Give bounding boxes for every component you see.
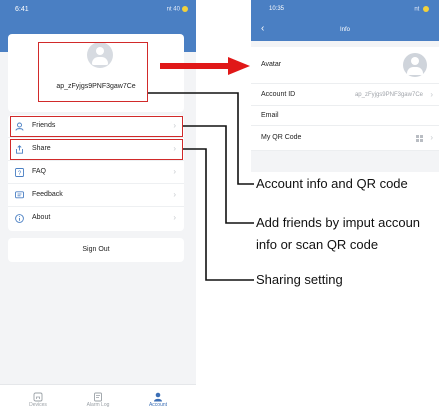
chevron-right-icon: › <box>430 90 433 99</box>
account-id-value: ap_zFyjgs9PNF3gaw7Ce <box>354 92 423 98</box>
info-screen: 10:35 nt ‹ Info Avatar Account ID ap_zFy… <box>251 0 439 172</box>
avatar <box>403 53 427 77</box>
tab-alarm-log[interactable]: Alarm Log <box>68 389 128 408</box>
question-icon: ? <box>15 168 24 177</box>
row-label: Avatar <box>261 61 282 68</box>
profile-highlight-box <box>38 42 148 102</box>
page-title: Info <box>339 27 350 33</box>
row-label: My QR Code <box>261 134 302 141</box>
tab-bar: Devices Alarm Log Account <box>0 384 196 416</box>
menu-item-feedback[interactable]: Feedback › <box>8 184 184 207</box>
info-icon <box>15 214 24 223</box>
row-label: Account ID <box>261 91 296 98</box>
status-time: 10:35 <box>269 6 285 12</box>
battery-icon <box>182 6 188 12</box>
menu-item-faq[interactable]: ? FAQ › <box>8 161 184 184</box>
qr-code-row[interactable]: My QR Code › <box>251 126 439 151</box>
annotation-friends-line2: info or scan QR code <box>256 237 379 252</box>
qr-code-icon <box>416 135 423 142</box>
friends-highlight-box <box>10 116 183 137</box>
tab-account[interactable]: Account <box>128 389 188 408</box>
chevron-right-icon: › <box>173 167 176 176</box>
annotation-sharing: Sharing setting <box>256 272 343 287</box>
menu-item-about[interactable]: About › <box>8 207 184 230</box>
menu-label: About <box>32 214 51 221</box>
chevron-right-icon: › <box>430 133 433 142</box>
navigation-bar: 10:35 nt ‹ Info <box>251 0 439 41</box>
status-icons: nt <box>414 6 429 13</box>
battery-icon <box>423 6 429 12</box>
person-icon <box>153 389 163 402</box>
tab-label: Alarm Log <box>86 402 110 408</box>
red-arrow-icon <box>160 57 250 75</box>
status-icons: nt 40 <box>167 6 188 13</box>
sign-out-button[interactable]: Sign Out <box>8 238 184 262</box>
annotation-account-info: Account info and QR code <box>256 176 408 191</box>
chevron-right-icon: › <box>173 190 176 199</box>
tab-devices[interactable]: Devices <box>8 389 68 408</box>
avatar-row[interactable]: Avatar <box>251 47 439 84</box>
chevron-right-icon: › <box>173 213 176 222</box>
email-row[interactable]: Email <box>251 106 439 126</box>
tab-label: Devices <box>29 402 47 408</box>
signal-text: nt <box>414 6 420 13</box>
avatar-shoulders-shape <box>407 67 423 75</box>
clipboard-icon <box>93 389 103 402</box>
menu-label: FAQ <box>32 168 47 175</box>
tab-label: Account <box>148 402 168 408</box>
row-label: Email <box>261 112 279 119</box>
home-icon <box>33 389 43 402</box>
status-time: 6:41 <box>15 6 29 13</box>
menu-label: Feedback <box>32 191 63 198</box>
feedback-icon <box>15 191 24 200</box>
signal-text: nt 40 <box>166 6 180 13</box>
annotation-friends-line1: Add friends by imput accoun <box>256 215 421 230</box>
account-id-row[interactable]: Account ID ap_zFyjgs9PNF3gaw7Ce › <box>251 84 439 106</box>
share-highlight-box <box>10 139 183 160</box>
avatar-head-shape <box>411 57 419 65</box>
